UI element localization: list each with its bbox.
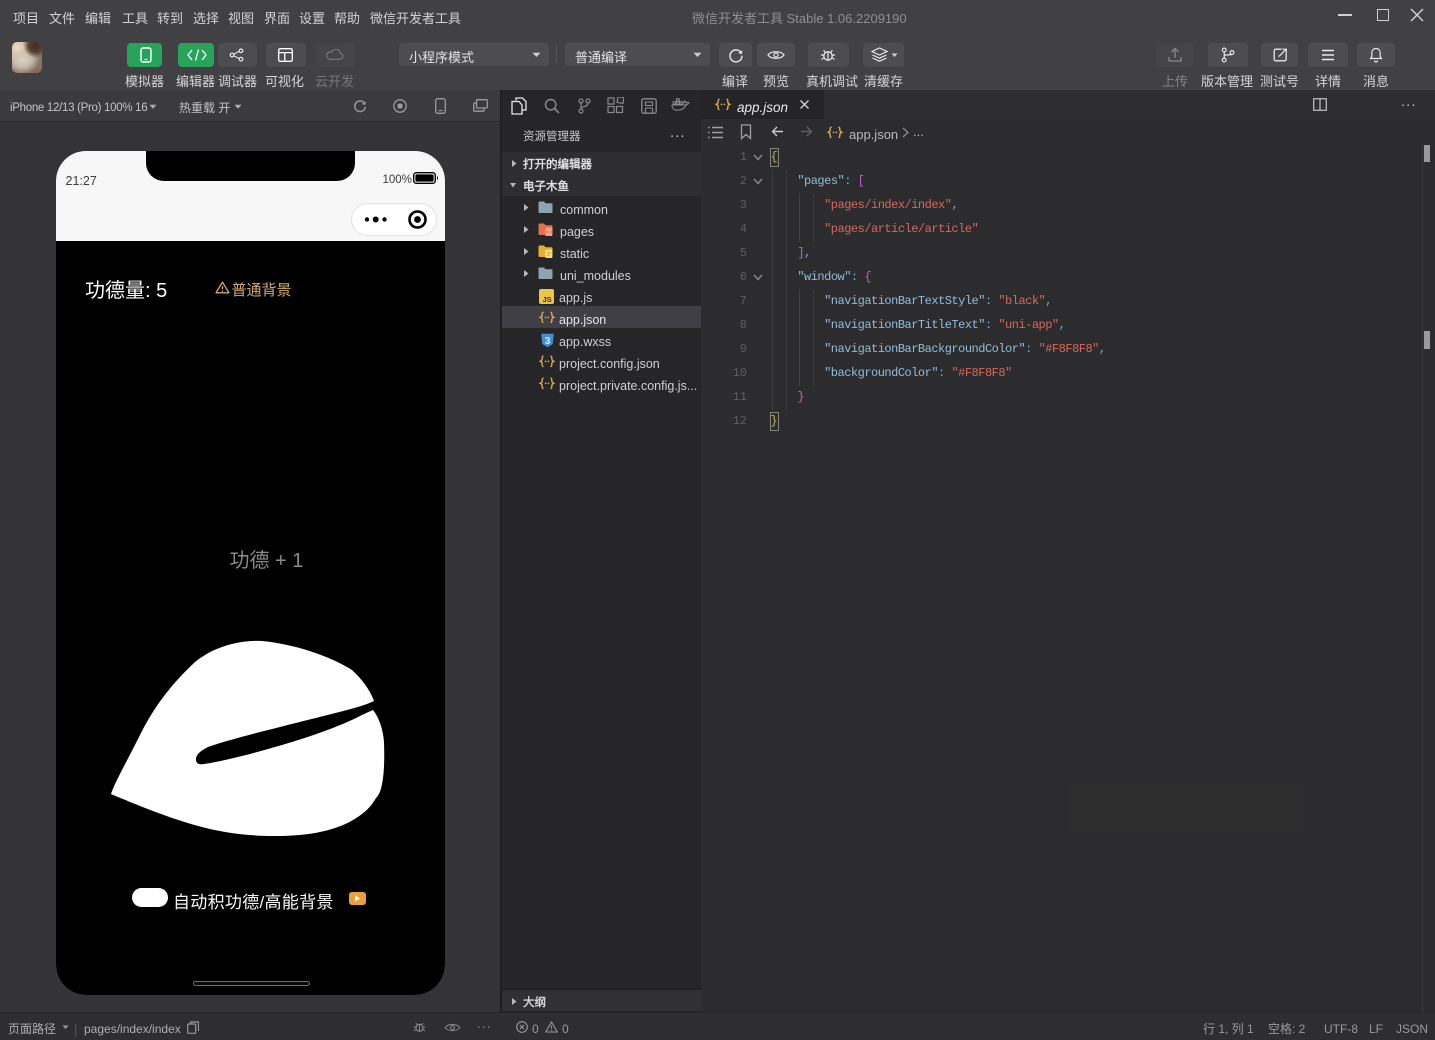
svg-text:3: 3 bbox=[545, 335, 551, 347]
